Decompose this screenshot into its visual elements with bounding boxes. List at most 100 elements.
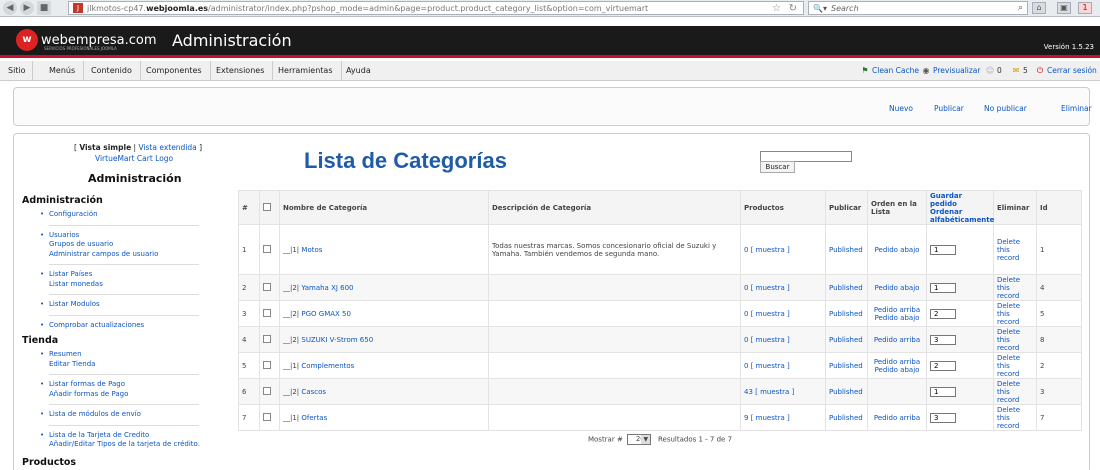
order-input[interactable]: 1	[930, 244, 956, 255]
product-count-link[interactable]: 0 [ muestra ]	[744, 284, 790, 292]
search-engine-icon[interactable]: 🔍▾	[813, 4, 827, 13]
sidebar-item-formas-pago[interactable]: Listar formas de Pago	[40, 380, 232, 390]
stop-icon[interactable]: ■	[37, 1, 51, 15]
delete-record-link[interactable]: Delete this record	[997, 276, 1020, 300]
product-count-link[interactable]: 0 [ muestra ]	[744, 362, 790, 370]
sidebar-item-tarjeta[interactable]: Lista de la Tarjeta de Credito	[40, 431, 232, 441]
row-checkbox[interactable]	[263, 360, 271, 369]
delete-record-link[interactable]: Delete this record	[997, 354, 1020, 378]
order-input[interactable]: 1	[930, 386, 956, 397]
sidebar-item-monedas[interactable]: Listar monedas	[49, 280, 232, 290]
select-all-checkbox[interactable]	[263, 202, 271, 211]
sidebar-item-resumen[interactable]: Resumen	[40, 350, 232, 360]
sidebar-item-modulos[interactable]: Listar Modulos	[40, 300, 232, 310]
delete-record-link[interactable]: Delete this record	[997, 380, 1020, 404]
publish-status-link[interactable]: Published	[829, 388, 863, 396]
menu-componentes[interactable]: Componentes	[138, 61, 211, 81]
clean-cache-link[interactable]: ⚑ Clean Cache	[860, 61, 919, 81]
logout-link[interactable]: ⏻ Cerrar sesión	[1035, 61, 1097, 81]
sidebar-item-paises[interactable]: Listar Países	[40, 270, 232, 280]
delete-record-link[interactable]: Delete this record	[997, 238, 1020, 262]
sidebar-item-grupos[interactable]: Grupos de usuario	[49, 240, 232, 250]
order-input[interactable]: 2	[930, 360, 956, 371]
category-name-link[interactable]: PGO GMAX 50	[301, 310, 351, 318]
publish-status-link[interactable]: Published	[829, 414, 863, 422]
delete-record-link[interactable]: Delete this record	[997, 406, 1020, 430]
save-order-link[interactable]: Guardar pedido	[930, 192, 962, 208]
sidebar-item-tipos-tarjeta[interactable]: Añadir/Editar Tipos de la tarjeta de cré…	[49, 440, 232, 450]
publish-status-link[interactable]: Published	[829, 246, 863, 254]
sidebar-item-anadir-pago[interactable]: Añadir formas de Pago	[49, 390, 232, 400]
product-count-link[interactable]: 0 [ muestra ]	[744, 310, 790, 318]
reload-icon[interactable]: ↻	[789, 2, 797, 15]
category-name-link[interactable]: Cascos	[301, 388, 326, 396]
home-icon[interactable]: ⌂	[1032, 2, 1046, 14]
order-up-link[interactable]: Pedido arriba	[874, 336, 920, 344]
messages-count[interactable]: ✉ 5	[1011, 61, 1028, 81]
sidebar-item-editar-tienda[interactable]: Editar Tienda	[49, 360, 232, 370]
product-count-link[interactable]: 9 [ muestra ]	[744, 414, 790, 422]
order-input[interactable]: 3	[930, 334, 956, 345]
extended-view-link[interactable]: Vista extendida	[138, 143, 196, 152]
row-checkbox[interactable]	[263, 386, 271, 395]
row-checkbox[interactable]	[263, 282, 271, 291]
order-down-link[interactable]: Pedido abajo	[875, 246, 920, 254]
product-count-link[interactable]: 0 [ muestra ]	[744, 246, 790, 254]
sort-alpha-link[interactable]: Ordenar alfabéticamente	[930, 208, 994, 224]
row-checkbox[interactable]	[263, 244, 271, 253]
search-icon[interactable]: ⌕	[1018, 2, 1023, 15]
new-button[interactable]: Nuevo	[889, 104, 913, 113]
delete-record-link[interactable]: Delete this record	[997, 328, 1020, 352]
category-name-link[interactable]: Complementos	[301, 362, 354, 370]
product-count-link[interactable]: 0 [ muestra ]	[744, 336, 790, 344]
unpublish-button[interactable]: No publicar	[984, 104, 1027, 113]
order-down-link[interactable]: Pedido abajo	[875, 366, 920, 374]
per-page-select[interactable]: 20 ▼	[627, 434, 652, 446]
row-checkbox[interactable]	[263, 308, 271, 317]
category-name-link[interactable]: Motos	[301, 246, 322, 254]
sidebar-item-actualizaciones[interactable]: Comprobar actualizaciones	[40, 321, 232, 331]
publish-button[interactable]: Publicar	[934, 104, 964, 113]
menu-ayuda[interactable]: Ayuda	[338, 61, 379, 81]
back-icon[interactable]: ◀	[3, 1, 17, 15]
bookmark-star-icon[interactable]: ☆	[772, 2, 781, 15]
publish-status-link[interactable]: Published	[829, 310, 863, 318]
order-up-link[interactable]: Pedido arriba	[874, 358, 920, 366]
menu-extensiones[interactable]: Extensiones	[208, 61, 274, 81]
publish-status-link[interactable]: Published	[829, 336, 863, 344]
virtuemart-logo[interactable]: VirtueMart Cart Logo	[95, 154, 173, 163]
order-input[interactable]: 2	[930, 308, 956, 319]
order-down-link[interactable]: Pedido abajo	[875, 284, 920, 292]
row-checkbox[interactable]	[263, 334, 271, 343]
menu-herramientas[interactable]: Herramientas	[270, 61, 342, 81]
order-up-link[interactable]: Pedido arriba	[874, 306, 920, 314]
delete-record-link[interactable]: Delete this record	[997, 302, 1020, 326]
category-name-link[interactable]: Yamaha XJ 600	[301, 284, 353, 292]
category-name-link[interactable]: Ofertas	[301, 414, 327, 422]
search-button[interactable]: Buscar	[760, 161, 795, 173]
product-count-link[interactable]: 43 [ muestra ]	[744, 388, 794, 396]
sidebar-item-campos[interactable]: Administrar campos de usuario	[49, 250, 232, 260]
tab-counter-icon[interactable]: 1	[1078, 2, 1092, 14]
publish-status-link[interactable]: Published	[829, 284, 863, 292]
browser-search-bar[interactable]: 🔍▾ Search ⌕	[808, 1, 1028, 15]
logout-icon: ⏻	[1036, 66, 1044, 75]
order-input[interactable]: 3	[930, 412, 956, 423]
category-name-link[interactable]: SUZUKI V-Strom 650	[301, 336, 373, 344]
order-down-link[interactable]: Pedido abajo	[875, 314, 920, 322]
order-input[interactable]: 1	[930, 282, 956, 293]
menu-contenido[interactable]: Contenido	[83, 61, 141, 81]
menu-menus[interactable]: Menús	[41, 61, 85, 81]
sidebar-item-envio[interactable]: Lista de módulos de envío	[40, 410, 232, 420]
menu-sitio[interactable]: Sitio	[8, 61, 33, 81]
row-checkbox[interactable]	[263, 412, 271, 421]
address-bar[interactable]: J jlkmotos-cp47.webjoomla.es/administrat…	[68, 1, 804, 15]
delete-button[interactable]: Eliminar	[1061, 104, 1092, 113]
forward-icon[interactable]: ▶	[20, 1, 34, 15]
publish-status-link[interactable]: Published	[829, 362, 863, 370]
addon-icon[interactable]: ▣	[1057, 2, 1071, 14]
sidebar-item-usuarios[interactable]: Usuarios	[40, 231, 232, 241]
order-up-link[interactable]: Pedido arriba	[874, 414, 920, 422]
preview-link[interactable]: ◉ Previsualizar	[921, 61, 981, 81]
sidebar-item-configuracion[interactable]: Configuración	[40, 210, 232, 220]
